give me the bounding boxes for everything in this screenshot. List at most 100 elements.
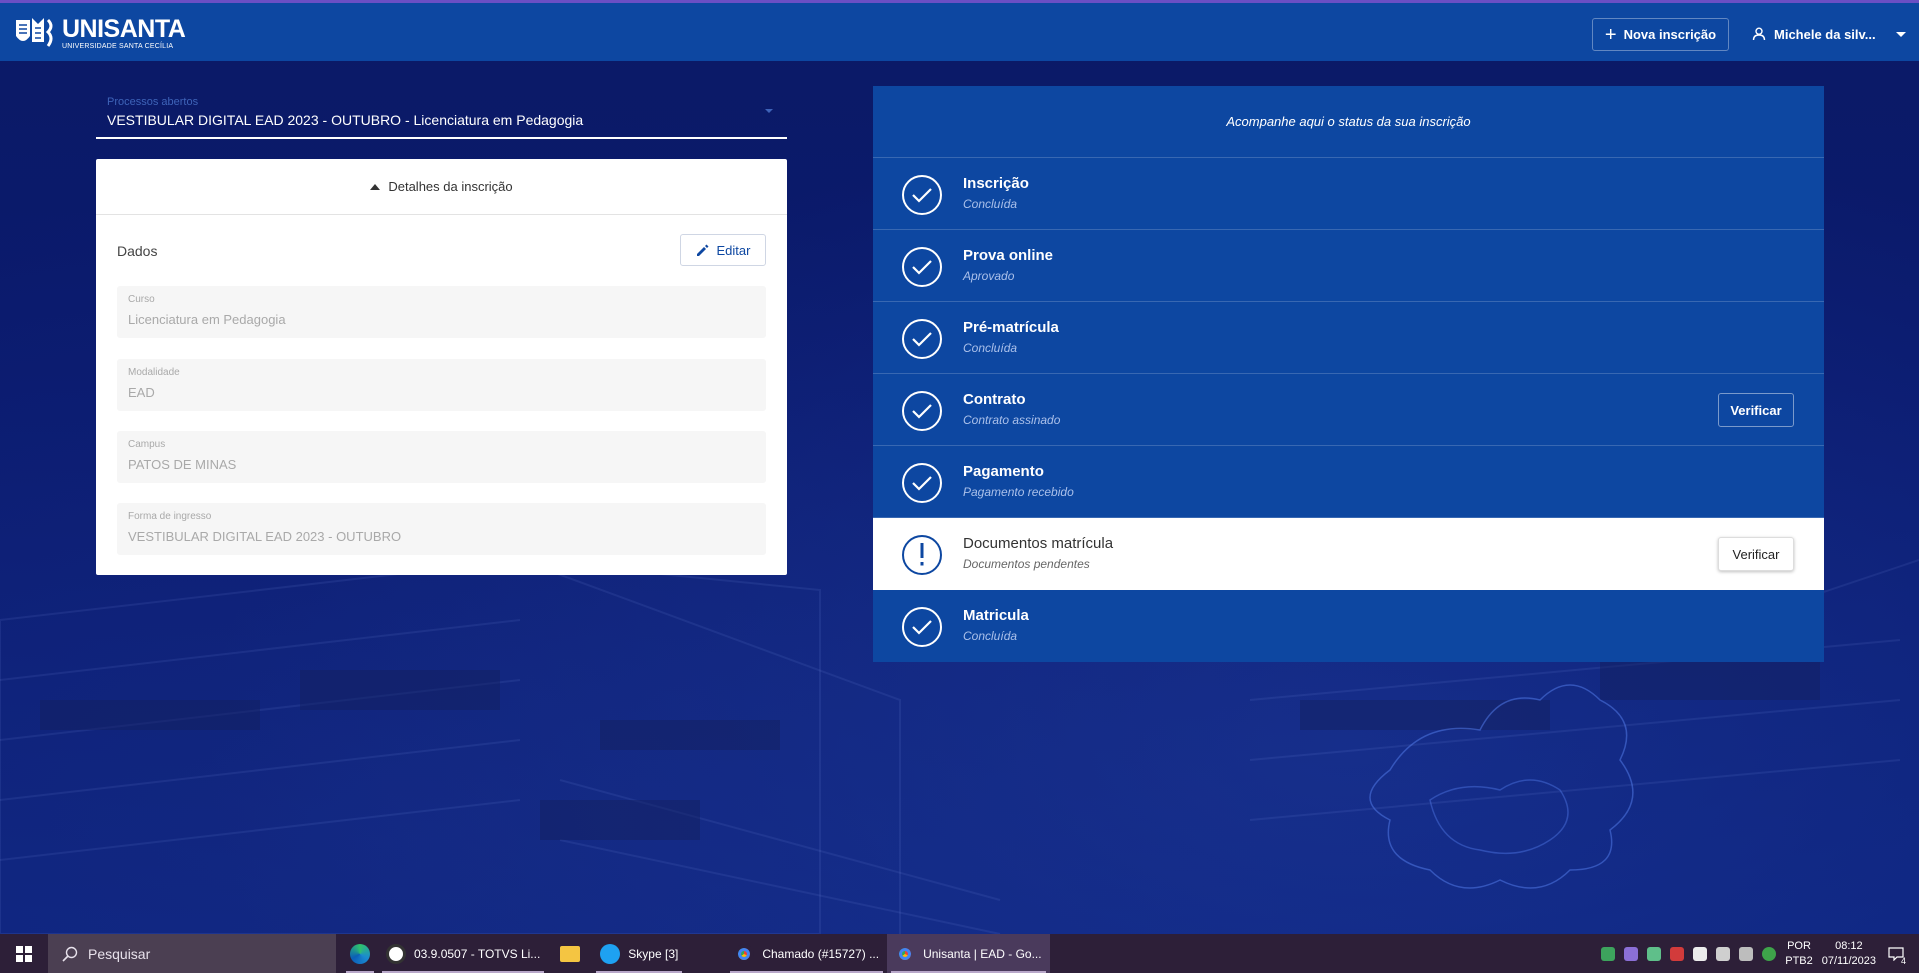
logo-subtitle: UNIVERSIDADE SANTA CECÍLIA [62,42,174,50]
chrome-icon [895,943,916,964]
security-icon[interactable] [1601,946,1616,961]
details-toggle-label: Detalhes da inscrição [388,179,513,194]
step-subtitle: Aprovado [963,269,1015,283]
clock-date: 07/11/2023 [1821,954,1876,967]
step-inscricao: Inscrição Concluída [873,158,1824,230]
process-select-value: VESTIBULAR DIGITAL EAD 2023 - OUTUBRO - … [107,112,584,128]
step-matricula: Matricula Concluída [873,590,1824,662]
step-subtitle: Concluída [963,629,1018,643]
field-campus: Campus PATOS DE MINAS [117,431,766,483]
windows-taskbar: Pesquisar 03.9.0507 - TOTVS Li... Skype … [0,934,1919,973]
status-icon[interactable] [1762,946,1777,961]
taskbar-file-explorer[interactable] [548,934,592,973]
user-icon [1752,27,1766,41]
process-select[interactable]: Processos abertos VESTIBULAR DIGITAL EAD… [96,93,787,139]
step-subtitle: Concluída [963,341,1018,355]
shield-icon[interactable] [1693,946,1708,961]
notification-center[interactable]: 4 [1885,944,1907,966]
edit-button[interactable]: Editar [680,234,766,266]
exclamation-circle-icon [902,535,942,575]
field-label: Campus [128,439,166,450]
verify-documents-button[interactable]: Verificar [1718,537,1794,571]
new-registration-button[interactable]: + Nova inscrição [1592,18,1729,51]
file-explorer-icon [560,945,581,962]
dropdown-arrow-icon [765,109,773,113]
edge-icon [350,943,370,964]
taskbar-chrome-chamado[interactable]: Chamado (#15727) ... [726,934,887,973]
chrome-icon [734,943,755,964]
sync-icon[interactable] [1647,946,1662,961]
pencil-icon [696,244,709,256]
field-label: Modalidade [128,367,180,378]
search-placeholder: Pesquisar [88,945,151,962]
check-circle-icon [902,391,942,431]
taskbar-edge[interactable] [342,934,378,973]
edit-label: Editar [716,242,751,258]
language-top: POR [1787,939,1811,952]
field-modality: Modalidade EAD [117,359,766,411]
taskbar-item-label: Chamado (#15727) ... [762,946,880,961]
totvs-icon [386,943,406,964]
taskbar-chrome-unisanta[interactable]: Unisanta | EAD - Go... [887,934,1050,973]
step-subtitle: Contrato assinado [963,413,1061,427]
field-label: Curso [128,294,155,305]
step-pagamento: Pagamento Pagamento recebido [873,446,1824,518]
check-circle-icon [902,175,942,215]
verify-contract-button[interactable]: Verificar [1718,393,1794,427]
step-title: Inscrição [963,175,1029,192]
system-tray: POR PTB2 08:12 07/11/2023 4 [1601,934,1919,973]
notification-count: 4 [1900,955,1906,966]
field-value: PATOS DE MINAS [128,457,237,472]
logo-name: UNISANTA [62,14,186,43]
logo[interactable]: UNISANTA UNIVERSIDADE SANTA CECÍLIA [12,14,186,50]
step-title: Prova online [963,247,1054,264]
language-indicator[interactable]: POR PTB2 [1785,939,1813,969]
field-label: Forma de ingresso [128,511,212,522]
skype-icon [600,943,621,964]
step-pre-matricula: Pré-matrícula Concluída [873,302,1824,374]
taskbar-item-label: 03.9.0507 - TOTVS Li... [414,946,541,961]
check-circle-icon [902,247,942,287]
step-contrato: Contrato Contrato assinado Verificar [873,374,1824,446]
check-circle-icon [902,319,942,359]
step-subtitle: Concluída [963,197,1018,211]
taskbar-skype[interactable]: Skype [3] [592,934,686,973]
step-subtitle: Documentos pendentes [963,557,1090,571]
data-section-title: Dados [117,243,158,259]
field-value: VESTIBULAR DIGITAL EAD 2023 - OUTUBRO [128,529,402,544]
check-circle-icon [902,463,942,503]
process-select-label: Processos abertos [107,96,199,108]
network-activity-icon[interactable] [1670,946,1685,961]
step-title: Documentos matrícula [963,535,1114,552]
status-heading: Acompanhe aqui o status da sua inscrição [873,86,1824,158]
pen-icon[interactable] [1624,946,1639,961]
volume-icon[interactable] [1739,946,1754,961]
chevron-down-icon [1895,31,1906,37]
windows-icon [16,945,32,962]
step-title: Pré-matrícula [963,319,1059,336]
plus-icon: + [1604,23,1617,46]
field-admission-form: Forma de ingresso VESTIBULAR DIGITAL EAD… [117,503,766,555]
clock[interactable]: 08:12 07/11/2023 [1822,939,1876,969]
taskbar-search[interactable]: Pesquisar [48,934,336,973]
field-course: Curso Licenciatura em Pedagogia [117,286,766,338]
new-registration-label: Nova inscrição [1623,27,1717,42]
caret-up-icon [370,183,381,190]
step-prova-online: Prova online Aprovado [873,230,1824,302]
unisanta-emblem-icon [16,18,53,47]
start-button[interactable] [0,934,48,973]
check-circle-icon [902,607,942,647]
search-icon [62,946,78,962]
step-subtitle: Pagamento recebido [963,485,1074,499]
field-value: Licenciatura em Pedagogia [128,312,286,327]
taskbar-totvs[interactable]: 03.9.0507 - TOTVS Li... [378,934,548,973]
step-title: Matricula [963,607,1029,624]
details-toggle[interactable]: Detalhes da inscrição [96,159,787,215]
network-icon[interactable] [1716,946,1731,961]
taskbar-item-label: Skype [3] [628,946,679,961]
language-bottom: PTB2 [1785,954,1813,967]
user-name: Michele da silv... [1774,26,1876,42]
step-documentos-matricula: Documentos matrícula Documentos pendente… [873,518,1824,590]
user-menu[interactable]: Michele da silv... [1752,21,1906,47]
status-card: Acompanhe aqui o status da sua inscrição… [873,86,1824,662]
